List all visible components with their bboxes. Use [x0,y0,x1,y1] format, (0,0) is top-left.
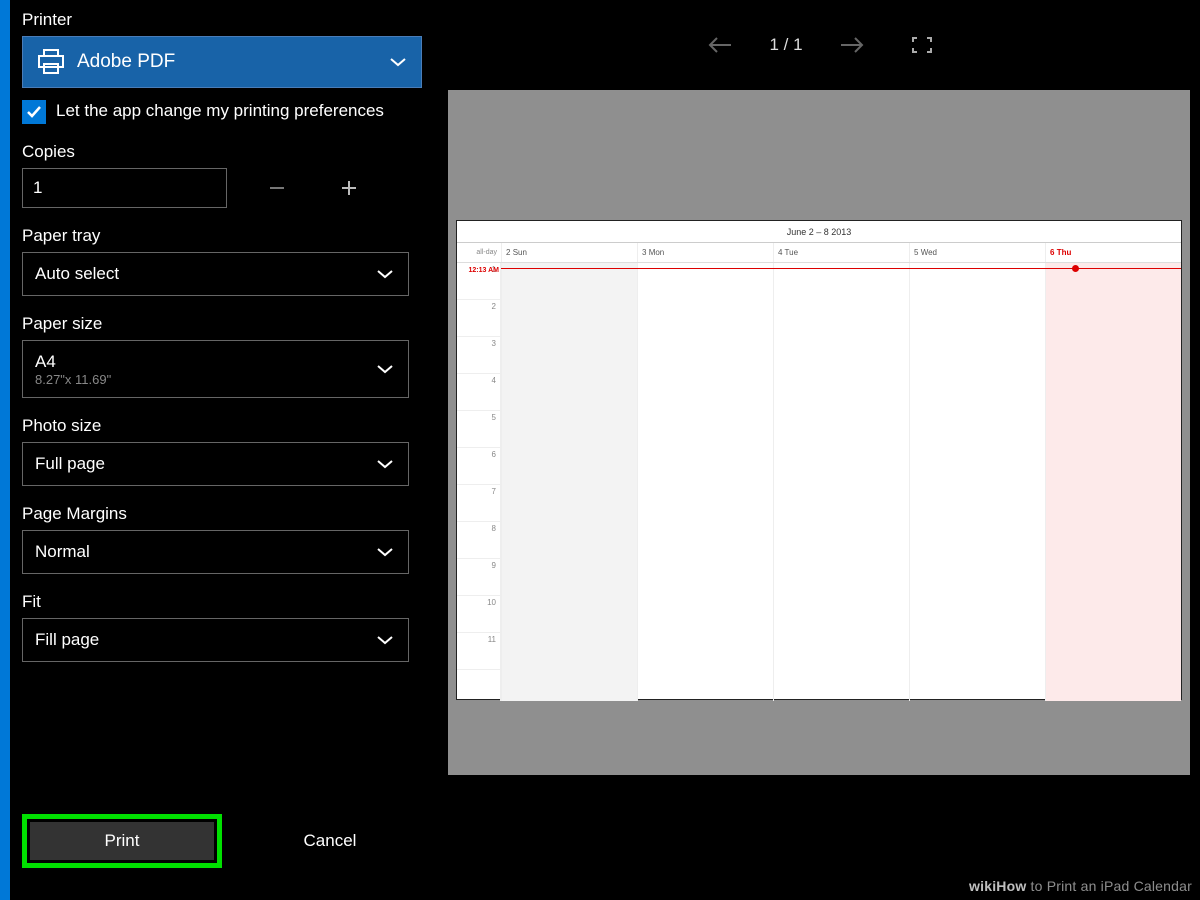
day-header: 3 Mon [637,243,773,262]
fit-label: Fit [22,592,422,612]
page-total: 1 [793,35,802,54]
calendar-time-column: 1 2 3 4 5 6 7 8 9 10 11 [457,263,501,701]
calendar-column [637,263,773,701]
page-margins-field: Page Margins Normal [22,504,422,574]
printer-label: Printer [22,10,422,30]
printer-icon [37,49,65,75]
dialog-actions: Print Cancel [22,814,422,868]
chevron-down-icon [376,269,394,279]
calendar-title: June 2 – 8 2013 [457,221,1181,243]
chevron-down-icon [376,364,394,374]
fit-page-button[interactable] [911,36,933,54]
printing-prefs-checkbox-row[interactable]: Let the app change my printing preferenc… [22,100,422,124]
calendar-column [501,263,637,701]
calendar-column [773,263,909,701]
printing-prefs-label: Let the app change my printing preferenc… [56,100,384,123]
cancel-button[interactable]: Cancel [238,822,422,860]
chevron-down-icon [376,547,394,557]
hour-label: 11 [457,633,500,670]
print-button[interactable]: Print [30,822,214,860]
photo-size-value: Full page [35,454,105,474]
page-indicator: 1 / 1 [769,35,802,55]
window-edge [0,0,10,900]
chevron-down-icon [376,635,394,645]
watermark-title: to Print an iPad Calendar [1026,878,1192,894]
day-header: 2 Sun [501,243,637,262]
fit-value: Fill page [35,630,99,650]
page-margins-select[interactable]: Normal [22,530,409,574]
fit-field: Fit Fill page [22,592,422,662]
hour-label: 7 [457,485,500,522]
photo-size-label: Photo size [22,416,422,436]
copies-input[interactable] [22,168,227,208]
chevron-down-icon [376,459,394,469]
copies-field: Copies [22,142,422,208]
watermark: wikiHow to Print an iPad Calendar [969,878,1192,894]
calendar-day-header: all-day 2 Sun 3 Mon 4 Tue 5 Wed 6 Thu [457,243,1181,263]
print-settings-panel: Printer Adobe PDF Let the app change my … [10,0,440,900]
printer-select[interactable]: Adobe PDF [22,36,422,88]
fit-select[interactable]: Fill page [22,618,409,662]
now-indicator-line: 12:13 AM [501,268,1181,269]
hour-label: 6 [457,448,500,485]
preview-document: June 2 – 8 2013 all-day 2 Sun 3 Mon 4 Tu… [456,220,1182,700]
paper-tray-select[interactable]: Auto select [22,252,409,296]
copies-decrement-button[interactable] [255,168,299,208]
printer-name: Adobe PDF [77,51,175,73]
allday-label: all-day [457,243,501,262]
print-preview-area: 1 / 1 June 2 – 8 2013 all-day 2 Sun 3 Mo… [440,0,1200,900]
paper-size-field: Paper size A4 8.27"x 11.69" [22,314,422,398]
hour-label: 2 [457,300,500,337]
checkbox-checked-icon [22,100,46,124]
chevron-down-icon [389,57,407,67]
hour-label: 4 [457,374,500,411]
copies-label: Copies [22,142,422,162]
now-time-label: 12:13 AM [457,267,499,274]
paper-size-value: A4 [35,352,56,372]
page-sep: / [779,35,793,54]
calendar-grid: 12:13 AM [501,263,1181,701]
calendar-column-today [1045,263,1181,701]
page-margins-value: Normal [35,542,90,562]
preview-canvas: June 2 – 8 2013 all-day 2 Sun 3 Mon 4 Tu… [448,90,1190,775]
day-header: 5 Wed [909,243,1045,262]
calendar-body: 1 2 3 4 5 6 7 8 9 10 11 [457,263,1181,701]
paper-size-label: Paper size [22,314,422,334]
day-header-today: 6 Thu [1045,243,1181,262]
hour-label: 9 [457,559,500,596]
now-indicator-dot [1072,265,1079,272]
paper-tray-label: Paper tray [22,226,422,246]
page-current: 1 [769,35,778,54]
page-margins-label: Page Margins [22,504,422,524]
photo-size-field: Photo size Full page [22,416,422,486]
prev-page-button[interactable] [707,36,733,54]
hour-label: 8 [457,522,500,559]
hour-label: 10 [457,596,500,633]
paper-size-dims: 8.27"x 11.69" [35,372,111,387]
photo-size-select[interactable]: Full page [22,442,409,486]
hour-label: 5 [457,411,500,448]
paper-tray-value: Auto select [35,264,119,284]
print-button-highlight: Print [22,814,222,868]
preview-toolbar: 1 / 1 [440,0,1200,90]
paper-size-select[interactable]: A4 8.27"x 11.69" [22,340,409,398]
copies-increment-button[interactable] [327,168,371,208]
calendar-column [909,263,1045,701]
day-header: 4 Tue [773,243,909,262]
watermark-brand: wikiHow [969,878,1026,894]
next-page-button[interactable] [839,36,865,54]
hour-label: 3 [457,337,500,374]
paper-tray-field: Paper tray Auto select [22,226,422,296]
